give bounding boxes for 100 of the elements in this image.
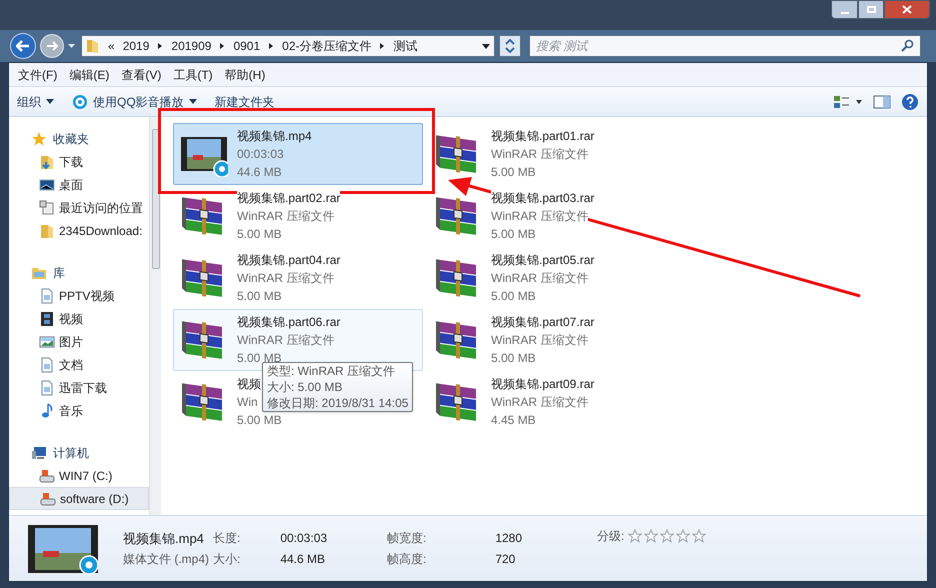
star-icon[interactable] xyxy=(628,529,642,543)
sidebar-item[interactable]: PPTV视频 xyxy=(9,284,149,307)
menu-item[interactable]: 编辑(E) xyxy=(64,66,114,84)
file-size: 4.45 MB xyxy=(491,412,536,429)
breadcrumb[interactable]: 2019 xyxy=(122,37,150,55)
breadcrumb-arrow-icon[interactable] xyxy=(379,42,386,50)
back-button[interactable] xyxy=(10,33,36,59)
sidebar-item[interactable]: 桌面 xyxy=(9,173,149,196)
menu-item[interactable]: 查看(V) xyxy=(116,66,166,84)
sidebar-group[interactable]: 收藏夹 xyxy=(9,127,149,150)
file-name: 视频集锦.part06.rar xyxy=(237,313,340,331)
minimize-button[interactable] xyxy=(831,0,858,19)
details-label: 长度: xyxy=(213,530,242,546)
file-name: 视频集锦.mp4 xyxy=(237,127,312,145)
sidebar-item[interactable]: 2345Download: xyxy=(9,219,149,242)
toolbar-button[interactable]: 使用QQ影音播放 xyxy=(72,92,197,110)
details-value: 720 xyxy=(495,550,516,568)
details-label: 帧宽度: xyxy=(387,530,428,546)
menu-item[interactable]: 文件(F) xyxy=(13,66,62,84)
file-item[interactable]: 视频集锦.part07.rar WinRAR 压缩文件 5.00 MB xyxy=(427,309,677,371)
refresh-button[interactable] xyxy=(499,35,521,57)
forward-button[interactable] xyxy=(40,34,64,58)
left-arrow-icon xyxy=(16,40,30,52)
close-icon xyxy=(902,5,912,14)
file-item[interactable]: 视频集锦.part01.rar WinRAR 压缩文件 5.00 MB xyxy=(427,123,677,185)
sidebar-item[interactable]: WIN7 (C:) xyxy=(9,464,149,487)
file-item[interactable]: 视频集锦.part04.rar WinRAR 压缩文件 5.00 MB xyxy=(173,247,423,309)
file-type: WinRAR 压缩文件 xyxy=(237,207,334,225)
sidebar-item[interactable]: 图片 xyxy=(9,330,149,353)
preview-pane-icon[interactable] xyxy=(873,94,891,108)
tooltip-line: 大小: 5.00 MB xyxy=(267,379,344,395)
breadcrumb[interactable]: 测试 xyxy=(393,37,418,55)
file-size: 5.00 MB xyxy=(491,350,536,367)
file-name: 视频集锦.part03.rar xyxy=(491,189,594,207)
music-note-icon xyxy=(39,402,55,418)
file-type: WinRAR 压缩文件 xyxy=(237,331,334,349)
help-icon[interactable] xyxy=(901,92,919,110)
overflow-chevron[interactable]: « xyxy=(108,37,115,55)
file-name: 视频集锦.part02.rar xyxy=(237,189,340,207)
sidebar-item[interactable]: 迅雷下载 xyxy=(9,376,149,399)
search-field[interactable]: 搜索 测试 xyxy=(529,35,921,57)
file-size: 44.6 MB xyxy=(237,164,282,181)
file-type: WinRAR 压缩文件 xyxy=(491,331,588,349)
file-item[interactable]: 视频集锦.part02.rar WinRAR 压缩文件 5.00 MB xyxy=(173,185,423,247)
file-size: 5.00 MB xyxy=(237,412,282,429)
file-size: 5.00 MB xyxy=(491,226,536,243)
toolbar-button[interactable]: 新建文件夹 xyxy=(214,92,275,110)
file-type: WinRAR 压缩文件 xyxy=(491,145,588,163)
drive-icon xyxy=(40,490,56,506)
star-icon[interactable] xyxy=(660,529,674,543)
sidebar-scrollbar[interactable] xyxy=(149,117,161,515)
file-name: 视频集锦.part01.rar xyxy=(491,127,594,145)
breadcrumb[interactable]: 0901 xyxy=(233,37,260,55)
star-icon[interactable] xyxy=(692,529,706,543)
breadcrumb[interactable]: 201909 xyxy=(171,37,212,55)
address-bar[interactable]: « 2019 201909 0901 02-分卷压缩文件 测试 xyxy=(81,35,495,57)
file-item[interactable]: 视频集锦.part09.rar WinRAR 压缩文件 4.45 MB xyxy=(427,371,677,433)
caret-icon xyxy=(188,99,197,104)
file-item[interactable]: 视频集锦.part03.rar WinRAR 压缩文件 5.00 MB xyxy=(427,185,677,247)
details-label: 大小: xyxy=(213,550,242,568)
file-size: 5.00 MB xyxy=(237,288,282,305)
sidebar-item[interactable]: 下载 xyxy=(9,150,149,173)
sidebar-item[interactable]: 文档 xyxy=(9,353,149,376)
recent-places-icon xyxy=(39,200,55,216)
close-button[interactable] xyxy=(884,0,930,19)
breadcrumb-arrow-icon[interactable] xyxy=(157,42,164,50)
desktop-icon xyxy=(39,176,55,192)
file-size: 5.00 MB xyxy=(237,226,282,243)
file-size: 5.00 MB xyxy=(491,288,536,305)
menu-item[interactable]: 工具(T) xyxy=(168,66,218,84)
details-label: 帧高度: xyxy=(387,550,428,568)
view-options-icon[interactable] xyxy=(833,94,863,108)
breadcrumb-arrow-icon[interactable] xyxy=(268,42,274,50)
sidebar-group[interactable]: 计算机 xyxy=(9,441,149,464)
star-icon[interactable] xyxy=(644,529,658,543)
details-value: 1280 xyxy=(495,530,524,546)
file-name: 视频集锦.part04.rar xyxy=(237,251,340,269)
file-name: 视频集锦.part05.rar xyxy=(491,251,594,269)
document-icon xyxy=(39,380,55,396)
video-thumbnail-icon xyxy=(27,522,99,574)
details-file-name: 视频集锦.mp4 xyxy=(123,530,205,548)
menu-item[interactable]: 帮助(H) xyxy=(220,66,270,84)
file-item[interactable]: 视频集锦.part05.rar WinRAR 压缩文件 5.00 MB xyxy=(427,247,677,309)
sidebar-item[interactable]: 最近访问的位置 xyxy=(9,196,149,219)
sidebar-item[interactable]: 音乐 xyxy=(9,399,149,422)
maximize-button[interactable] xyxy=(858,0,884,19)
rating-label: 分级: xyxy=(597,528,624,545)
breadcrumb-arrow-icon[interactable] xyxy=(219,42,226,50)
details-file-type: 媒体文件 (.mp4) xyxy=(123,550,210,568)
details-value: 44.6 MB xyxy=(280,550,326,568)
sidebar-group[interactable]: 库 xyxy=(9,261,149,284)
sidebar-item[interactable]: software (D:) xyxy=(9,487,149,510)
star-icon xyxy=(31,130,47,146)
breadcrumb[interactable]: 02-分卷压缩文件 xyxy=(282,37,372,55)
toolbar-button[interactable]: 组织 xyxy=(17,92,54,110)
file-item[interactable]: 视频集锦.mp4 00:03:03 44.6 MB xyxy=(173,123,423,185)
right-arrow-icon xyxy=(46,41,58,51)
sidebar-item[interactable]: 视频 xyxy=(9,307,149,330)
star-icon[interactable] xyxy=(676,529,690,543)
dropdown-icon[interactable] xyxy=(482,44,490,48)
